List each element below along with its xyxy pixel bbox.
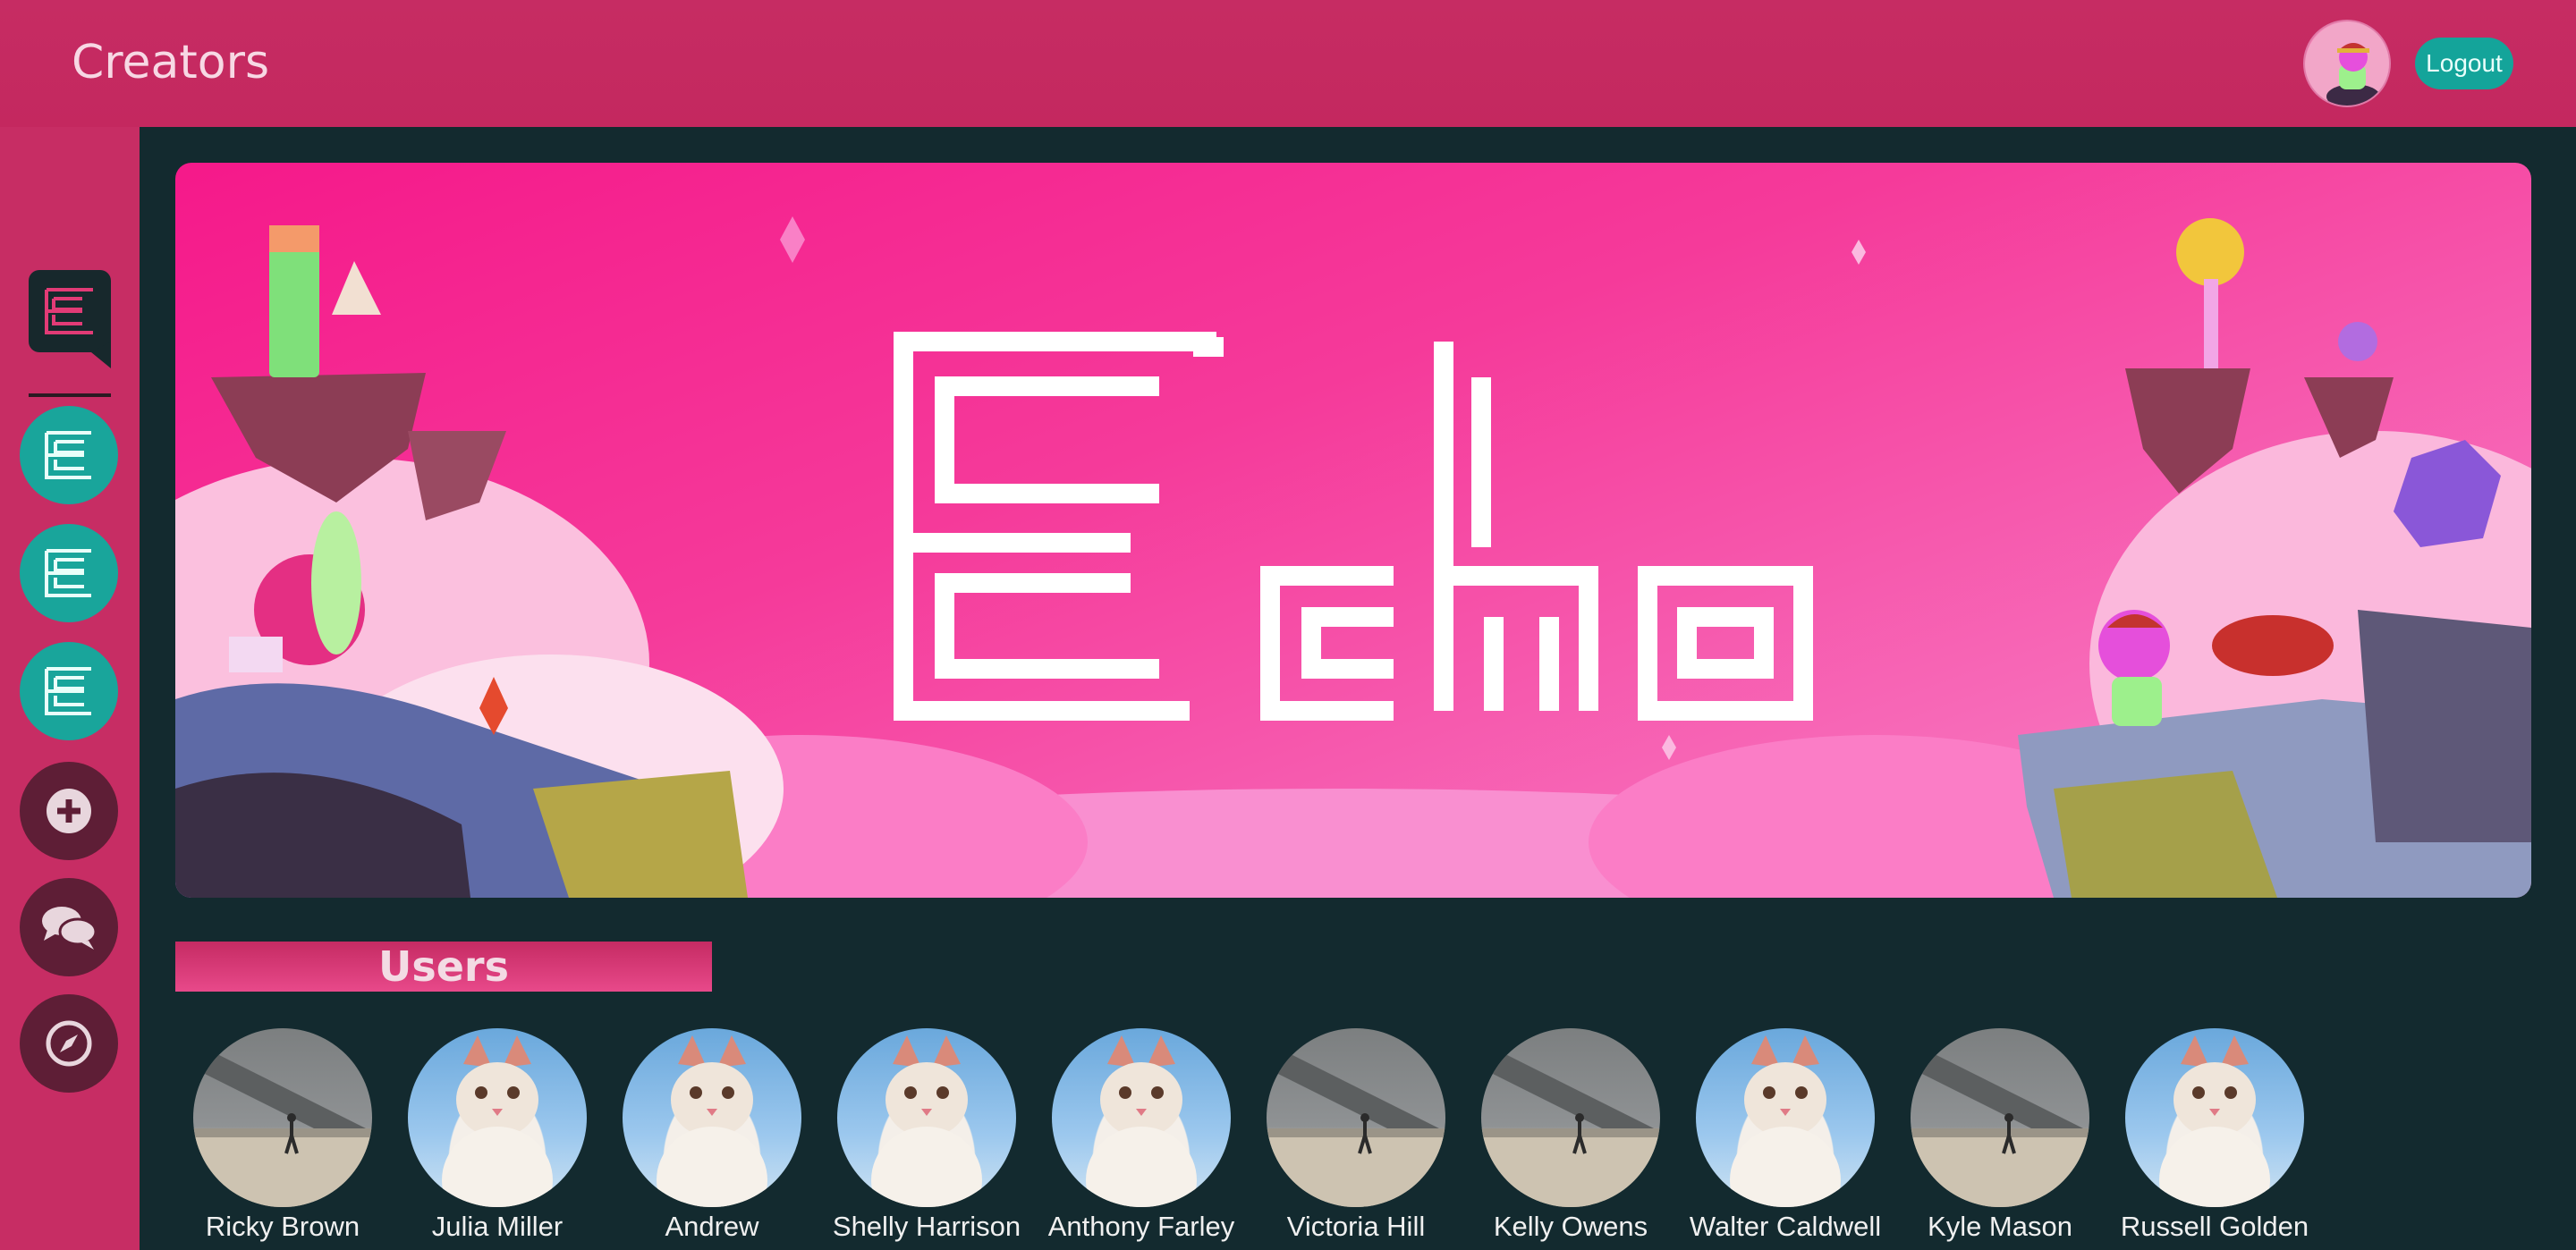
chat-icon: [42, 907, 97, 950]
user-card[interactable]: Kyle Mason: [1893, 1028, 2107, 1250]
page-title: Creators: [72, 36, 270, 89]
direct-messages-button[interactable]: [20, 878, 118, 976]
echo-server-icon[interactable]: [20, 406, 118, 504]
user-avatar-image[interactable]: [1911, 1028, 2089, 1207]
user-name[interactable]: Andrew: [596, 1211, 828, 1243]
user-card[interactable]: Victoria Hill: [1249, 1028, 1463, 1250]
user-avatar-image[interactable]: [623, 1028, 801, 1207]
user-avatar-image[interactable]: [1481, 1028, 1660, 1207]
user-card[interactable]: Andrew: [605, 1028, 819, 1250]
users-section-header: Users: [175, 942, 712, 992]
add-server-button[interactable]: [20, 762, 118, 860]
user-card[interactable]: Julia Miller: [390, 1028, 605, 1250]
top-bar: Creators Logout: [0, 0, 2576, 127]
user-name[interactable]: Shelly Harrison: [810, 1211, 1043, 1243]
user-card[interactable]: Ricky Brown: [175, 1028, 390, 1250]
user-card[interactable]: Walter Caldwell: [1678, 1028, 1893, 1250]
sidebar-divider: [29, 393, 111, 397]
user-avatar-image[interactable]: [1267, 1028, 1445, 1207]
user-name[interactable]: Victoria Hill: [1240, 1211, 1472, 1243]
user-name[interactable]: Kyle Mason: [1884, 1211, 2116, 1243]
logout-button[interactable]: Logout: [2415, 38, 2513, 89]
user-avatar[interactable]: [2303, 20, 2391, 107]
user-avatar-image[interactable]: [193, 1028, 372, 1207]
user-card[interactable]: Russell Golden: [2107, 1028, 2322, 1250]
echo-banner: [175, 163, 2531, 898]
plus-icon: [47, 789, 91, 833]
user-avatar-image[interactable]: [1696, 1028, 1875, 1207]
user-name[interactable]: Anthony Farley: [1025, 1211, 1258, 1243]
user-name[interactable]: Russell Golden: [2098, 1211, 2331, 1243]
user-name[interactable]: Walter Caldwell: [1669, 1211, 1902, 1243]
echo-server-icon[interactable]: [20, 524, 118, 622]
users-section-title: Users: [378, 942, 509, 991]
user-name[interactable]: Kelly Owens: [1454, 1211, 1687, 1243]
echo-logo-icon[interactable]: [29, 270, 111, 368]
user-card[interactable]: Shelly Harrison: [819, 1028, 1034, 1250]
user-avatar-image[interactable]: [2125, 1028, 2304, 1207]
echo-server-icon[interactable]: [20, 642, 118, 740]
explore-button[interactable]: [20, 994, 118, 1093]
user-avatar-image[interactable]: [837, 1028, 1016, 1207]
banner-illustration: [175, 216, 2531, 898]
user-card[interactable]: Anthony Farley: [1034, 1028, 1249, 1250]
compass-icon: [46, 1020, 92, 1067]
user-card[interactable]: Kelly Owens: [1463, 1028, 1678, 1250]
user-avatar-image[interactable]: [408, 1028, 587, 1207]
user-avatar-image[interactable]: [1052, 1028, 1231, 1207]
user-name[interactable]: Ricky Brown: [166, 1211, 399, 1243]
sidebar: [0, 127, 140, 1250]
user-name[interactable]: Julia Miller: [381, 1211, 614, 1243]
